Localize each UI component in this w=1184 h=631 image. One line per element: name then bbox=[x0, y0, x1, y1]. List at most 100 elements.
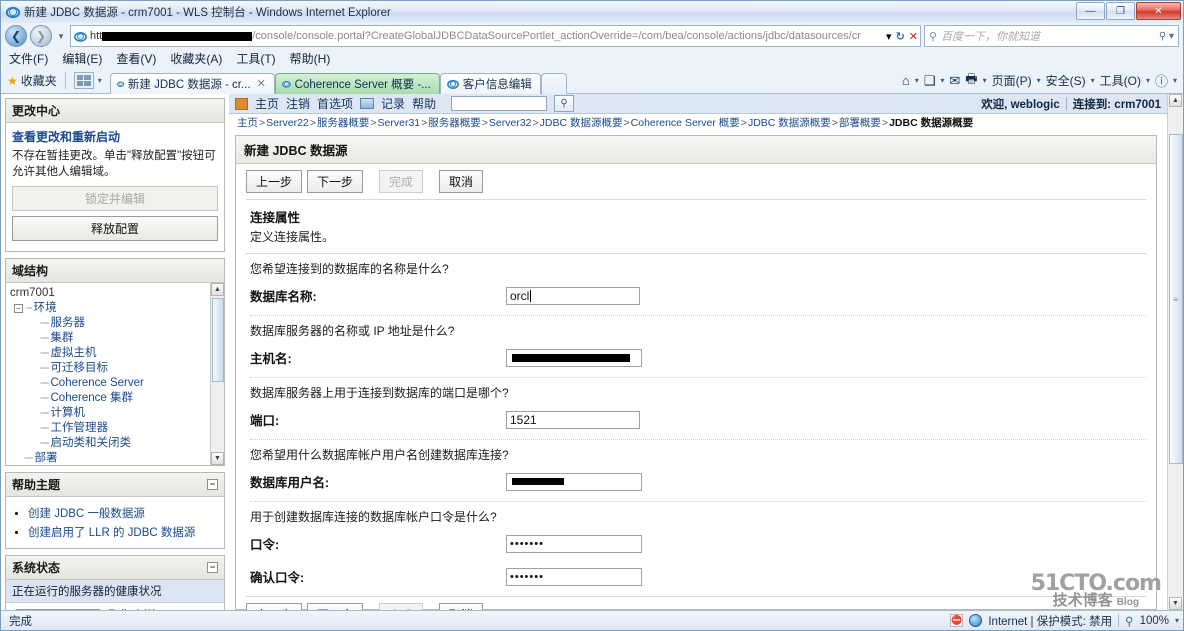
menu-help[interactable]: 帮助(H) bbox=[290, 50, 331, 67]
back-button-top[interactable]: 上一步 bbox=[246, 170, 303, 193]
refresh-icon[interactable]: ↻ bbox=[896, 30, 905, 43]
tree-root-crm7001[interactable]: crm7001 bbox=[8, 286, 222, 301]
scrollbar-thumb[interactable] bbox=[211, 298, 224, 383]
home-icon[interactable]: ⌂ bbox=[902, 73, 910, 88]
expander-icon[interactable]: − bbox=[14, 304, 23, 314]
forward-button[interactable]: ❯ bbox=[30, 25, 52, 47]
host-name-input[interactable] bbox=[506, 348, 642, 367]
browser-tab-customer-info[interactable]: 客户信息编辑 bbox=[439, 72, 541, 94]
tab-list-chevron-down-icon[interactable]: ▾ bbox=[98, 76, 102, 85]
help-chevron-down-icon[interactable]: ▾ bbox=[1173, 76, 1177, 85]
minimize-button[interactable]: — bbox=[1076, 2, 1105, 20]
page-menu-button[interactable]: 页面(P) bbox=[992, 72, 1032, 89]
zoom-chevron-down-icon[interactable]: ▾ bbox=[1175, 616, 1179, 625]
scroll-down-arrow-icon[interactable]: ▼ bbox=[211, 452, 224, 466]
tools-chevron-down-icon[interactable]: ▾ bbox=[1146, 76, 1150, 85]
restore-button[interactable]: ❐ bbox=[1106, 2, 1135, 20]
security-zone-label[interactable]: Internet | 保护模式: 禁用 bbox=[988, 613, 1112, 629]
menu-edit[interactable]: 编辑(E) bbox=[62, 50, 102, 67]
browser-tab-coherence-server[interactable]: Coherence Server 概要 -... bbox=[274, 72, 440, 94]
stop-icon[interactable]: ✕ bbox=[909, 30, 918, 43]
safety-menu-button[interactable]: 安全(S) bbox=[1046, 72, 1086, 89]
breadcrumb-item-jdbc-summary-2[interactable]: JDBC 数据源概要 bbox=[748, 115, 831, 130]
list-item[interactable]: 创建启用了 LLR 的 JDBC 数据源 bbox=[28, 524, 218, 540]
release-configuration-button[interactable]: 释放配置 bbox=[12, 216, 218, 242]
print-icon[interactable]: 🖶 bbox=[965, 70, 977, 92]
cancel-button-bottom[interactable]: 取消 bbox=[439, 603, 484, 610]
tree-item-work-managers[interactable]: --- 工作管理器 bbox=[8, 421, 222, 436]
tree-item-servers[interactable]: --- 服务器 bbox=[8, 316, 222, 331]
lock-and-edit-button[interactable]: 锁定并编辑 bbox=[12, 186, 218, 212]
url-dropdown-chevron-down-icon[interactable]: ▾ bbox=[886, 30, 892, 43]
breadcrumb-item-deployment-summary[interactable]: 部署概要 bbox=[839, 115, 881, 130]
tab-close-icon[interactable]: ✕ bbox=[257, 77, 266, 90]
home-chevron-down-icon[interactable]: ▾ bbox=[915, 76, 919, 85]
console-search-button[interactable]: ⚲ bbox=[554, 95, 575, 112]
breadcrumb-item-server32[interactable]: Server32 bbox=[489, 117, 532, 129]
recent-pages-chevron-down-icon[interactable]: ▾ bbox=[55, 31, 67, 42]
tree-item-clusters[interactable]: --- 集群 bbox=[8, 331, 222, 346]
new-tab-button[interactable] bbox=[540, 72, 567, 94]
collapse-icon[interactable]: − bbox=[207, 562, 218, 574]
home-icon[interactable] bbox=[235, 97, 248, 110]
feeds-chevron-down-icon[interactable]: ▾ bbox=[940, 76, 944, 85]
menu-file[interactable]: 文件(F) bbox=[9, 50, 48, 67]
breadcrumb-item-server31[interactable]: Server31 bbox=[378, 117, 421, 129]
menu-tools[interactable]: 工具(T) bbox=[236, 50, 275, 67]
zoom-icon[interactable]: ⚲ bbox=[1125, 614, 1133, 628]
page-chevron-down-icon[interactable]: ▾ bbox=[1037, 76, 1041, 85]
tree-scrollbar[interactable]: ▲ ▼ bbox=[210, 283, 224, 466]
popup-blocked-icon[interactable]: ⛔ bbox=[950, 614, 964, 627]
favorites-button[interactable]: ★ 收藏夹 bbox=[7, 72, 57, 89]
next-button-bottom[interactable]: 下一步 bbox=[307, 603, 364, 610]
view-changes-link[interactable]: 查看更改和重新启动 bbox=[12, 128, 218, 145]
scroll-up-arrow-icon[interactable]: ▲ bbox=[211, 283, 224, 297]
zoom-level[interactable]: 100% bbox=[1140, 615, 1169, 627]
page-scrollbar[interactable]: ▲ ≡ ▼ bbox=[1167, 94, 1183, 610]
next-button-top[interactable]: 下一步 bbox=[307, 170, 364, 193]
tools-menu-button[interactable]: 工具(O) bbox=[1100, 72, 1141, 89]
help-icon[interactable]: ⓘ bbox=[1155, 71, 1168, 90]
breadcrumb-item-home[interactable]: 主页 bbox=[237, 115, 258, 130]
back-button-bottom[interactable]: 上一步 bbox=[246, 603, 303, 610]
list-item[interactable]: 创建 JDBC 一般数据源 bbox=[28, 505, 218, 521]
health-label[interactable]: Failed (0) bbox=[108, 609, 157, 610]
mail-icon[interactable]: ✉ bbox=[949, 73, 960, 89]
quick-tabs-icon[interactable] bbox=[73, 72, 94, 89]
browser-tab-jdbc-datasource[interactable]: 新建 JDBC 数据源 - cr... ✕ bbox=[109, 72, 275, 94]
nav-home-link[interactable]: 主页 bbox=[255, 95, 279, 112]
tree-item-deployments[interactable]: --- 部署 bbox=[8, 451, 222, 465]
finish-button-top[interactable]: 完成 bbox=[379, 170, 424, 193]
back-button[interactable]: ❮ bbox=[5, 25, 27, 47]
print-chevron-down-icon[interactable]: ▾ bbox=[983, 76, 987, 85]
cancel-button-top[interactable]: 取消 bbox=[439, 170, 484, 193]
scroll-up-arrow-icon[interactable]: ▲ bbox=[1169, 94, 1182, 107]
breadcrumb-item-server-summary-1[interactable]: 服务器概要 bbox=[317, 115, 370, 130]
menu-favorites[interactable]: 收藏夹(A) bbox=[170, 50, 222, 67]
nav-preferences-link[interactable]: 首选项 bbox=[317, 95, 353, 112]
breadcrumb-item-coherence-summary[interactable]: Coherence Server 概要 bbox=[631, 115, 740, 130]
tree-item-environment[interactable]: − -- 环境 bbox=[8, 301, 222, 316]
tree-item-machines[interactable]: --- 计算机 bbox=[8, 406, 222, 421]
tree-item-virtual-hosts[interactable]: --- 虚拟主机 bbox=[8, 346, 222, 361]
password-input[interactable]: ••••••• bbox=[506, 534, 642, 553]
port-input[interactable]: 1521 bbox=[506, 410, 640, 429]
url-input[interactable]: htt/console/console.portal?CreateGlobalJ… bbox=[70, 25, 921, 47]
safety-chevron-down-icon[interactable]: ▾ bbox=[1091, 76, 1095, 85]
database-name-input[interactable]: orcl bbox=[506, 286, 640, 305]
help-topic-link-generic[interactable]: 创建 JDBC 一般数据源 bbox=[28, 508, 145, 520]
breadcrumb-item-jdbc-summary-1[interactable]: JDBC 数据源概要 bbox=[540, 115, 623, 130]
breadcrumb-item-server22[interactable]: Server22 bbox=[266, 117, 309, 129]
breadcrumb-item-server-summary-2[interactable]: 服务器概要 bbox=[428, 115, 481, 130]
scroll-down-arrow-icon[interactable]: ▼ bbox=[1169, 597, 1182, 610]
tree-item-coherence-clusters[interactable]: --- Coherence 集群 bbox=[8, 391, 222, 406]
record-icon[interactable] bbox=[360, 98, 375, 109]
help-topic-link-llr[interactable]: 创建启用了 LLR 的 JDBC 数据源 bbox=[28, 527, 195, 539]
search-provider-chevron-down-icon[interactable]: ⚲ ▾ bbox=[1159, 31, 1174, 42]
tree-item-migratable-targets[interactable]: --- 可迁移目标 bbox=[8, 361, 222, 376]
menu-view[interactable]: 查看(V) bbox=[116, 50, 156, 67]
nav-record-link[interactable]: 记录 bbox=[381, 95, 405, 112]
tree-item-coherence-server[interactable]: --- Coherence Server bbox=[8, 376, 222, 391]
feeds-icon[interactable]: ❏ bbox=[924, 73, 936, 89]
finish-button-bottom[interactable]: 完成 bbox=[379, 603, 424, 610]
